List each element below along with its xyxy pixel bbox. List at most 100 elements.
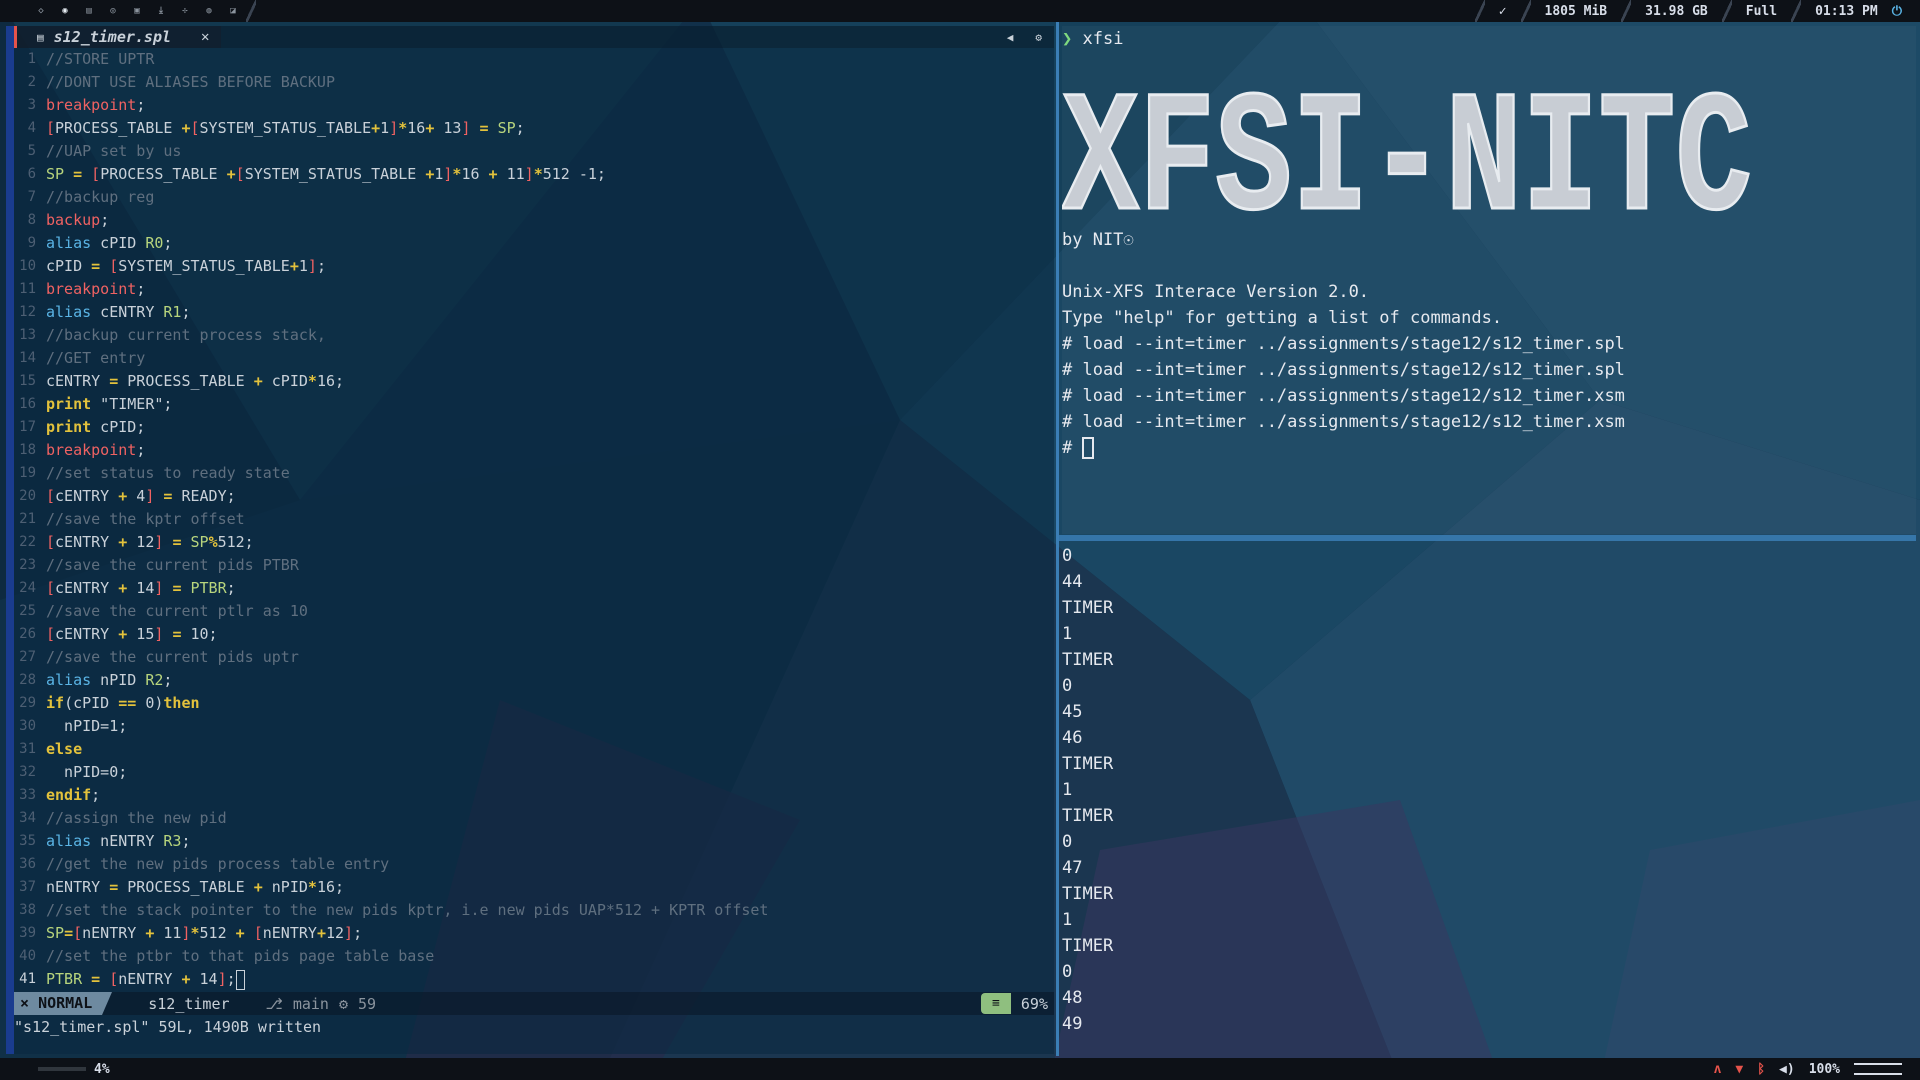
code-line[interactable]: 1 //STORE UPTR [14, 48, 1054, 71]
code-token: //save the current pids PTBR [46, 556, 299, 574]
code-token: 16 [407, 119, 426, 137]
code-line[interactable]: 39 SP=[nENTRY + 11]*512 + [nENTRY+12]; [14, 922, 1054, 945]
layout-icon[interactable] [1854, 1063, 1902, 1075]
settings-icon[interactable]: ⚙ [1035, 31, 1042, 44]
prompt-arrow-icon: ❯ [1062, 29, 1073, 49]
code-token: ] [181, 924, 191, 942]
editor-pane[interactable]: ▤ s12_timer.spl ✕ ◀ ⚙ 1 //STORE UPTR 2 //DO… [6, 26, 1054, 1054]
tab-s12-timer[interactable]: ▤ s12_timer.spl ✕ [14, 26, 222, 48]
code-line[interactable]: 16 print "TIMER"; [14, 393, 1054, 416]
code-token: 512 [199, 924, 236, 942]
chat-icon[interactable]: ◎ [102, 0, 124, 22]
code-icon[interactable]: ◇ [30, 0, 52, 22]
code-line[interactable]: 38 //set the stack pointer to the new pid… [14, 899, 1054, 922]
code-line[interactable]: 29 if(cPID == 0)then [14, 692, 1054, 715]
code-line[interactable]: 5 //UAP set by us [14, 140, 1054, 163]
code-token: [ [46, 579, 56, 597]
code-token: cPID; [91, 418, 146, 436]
buffer-toggle-icon[interactable]: ◀ [1007, 31, 1014, 44]
code-token: print [46, 395, 92, 413]
code-line[interactable]: 9 alias cPID R0; [14, 232, 1054, 255]
code-token: SYSTEM_STATUS_TABLE [244, 165, 426, 183]
code-line[interactable]: 15 cENTRY = PROCESS_TABLE + cPID*16; [14, 370, 1054, 393]
code-token: //DONT USE ALIASES BEFORE BACKUP [46, 73, 335, 91]
code-line[interactable]: 10 cPID = [SYSTEM_STATUS_TABLE+1]; [14, 255, 1054, 278]
code-line[interactable]: 17 print cPID; [14, 416, 1054, 439]
files-icon[interactable]: ▣ [126, 0, 148, 22]
code-line[interactable]: 25 //save the current ptlr as 10 [14, 600, 1054, 623]
output-line: 47 [1062, 858, 1083, 878]
code-line[interactable]: 40 //set the ptbr to that pids page table… [14, 945, 1054, 968]
code-line[interactable]: 32 nPID=0; [14, 761, 1054, 784]
browser-icon[interactable]: ▤ [78, 0, 100, 22]
code-line[interactable]: 26 [cENTRY + 15] = 10; [14, 623, 1054, 646]
line-number: 29 [19, 695, 36, 711]
download-icon[interactable]: ⤓ [150, 0, 172, 22]
workspace-switcher: ◇ ◉ ▤ ◎ ▣ ⤓ ✢ ◍ ◪ [0, 0, 256, 22]
code-line[interactable]: 35 alias nENTRY R3; [14, 830, 1054, 853]
code-line[interactable]: 30 nPID=1; [14, 715, 1054, 738]
code-token: 1 [380, 119, 390, 137]
code-line[interactable]: 3 breakpoint; [14, 94, 1054, 117]
code-line[interactable]: 24 [cENTRY + 14] = PTBR; [14, 577, 1054, 600]
code-view[interactable]: 1 //STORE UPTR 2 //DONT USE ALIASES BEFORE … [14, 48, 1054, 991]
close-icon[interactable]: ✕ [201, 29, 209, 45]
code-line[interactable]: 19 //set status to ready state [14, 462, 1054, 485]
code-token: endif [46, 786, 92, 804]
code-line[interactable]: 11 breakpoint; [14, 278, 1054, 301]
code-line[interactable]: 2 //DONT USE ALIASES BEFORE BACKUP [14, 71, 1054, 94]
changes-icon: ⚙ [338, 994, 348, 1013]
code-token: breakpoint [46, 96, 137, 114]
code-token: SP [497, 119, 516, 137]
code-line[interactable]: 34 //assign the new pid [14, 807, 1054, 830]
line-number: 12 [19, 304, 36, 320]
code-token: [ [253, 924, 263, 942]
code-text: //GET entry [42, 347, 145, 370]
speaker-icon[interactable]: ◀) [1779, 1062, 1795, 1077]
git-status: ⎇ main ⚙ 59 [252, 995, 377, 1013]
code-token: + [289, 257, 299, 275]
terminal-output-pane[interactable]: 0 44 TIMER 1 TIMER 0 45 46 TIMER 1 TIMER 0 47 TIMER 1 T… [1062, 542, 1916, 1042]
code-text: //set the ptbr to that pids page table b… [42, 945, 434, 968]
volume-level[interactable]: 100% [1809, 1062, 1840, 1077]
settings-icon[interactable]: ✢ [174, 0, 196, 22]
code-line[interactable]: 28 alias nPID R2; [14, 669, 1054, 692]
code-line[interactable]: 22 [cENTRY + 12] = SP%512; [14, 531, 1054, 554]
code-line[interactable]: 13 //backup current process stack, [14, 324, 1054, 347]
code-token: nENTRY [91, 832, 164, 850]
command-line[interactable]: "s12_timer.spl" 59L, 1490B written [14, 1016, 1054, 1039]
power-icon[interactable]: ⏻ [1892, 4, 1902, 19]
code-line[interactable]: 27 //save the current pids uptr [14, 646, 1054, 669]
code-token: = [91, 257, 101, 275]
line-number: 3 [27, 97, 36, 113]
code-line[interactable]: 18 breakpoint; [14, 439, 1054, 462]
vim-icon: ⨯ [20, 994, 39, 1012]
code-line[interactable]: 33 endif; [14, 784, 1054, 807]
code-line[interactable]: 23 //save the current pids PTBR [14, 554, 1054, 577]
terminal-xfsi[interactable]: ❯ xfsi XFSI-NITC by NIT☉ Unix-XFS Intera… [1061, 26, 1916, 534]
code-line[interactable]: 7 //backup reg [14, 186, 1054, 209]
git-changes: 59 [357, 994, 377, 1013]
code-line[interactable]: 4 [PROCESS_TABLE +[SYSTEM_STATUS_TABLE+1]… [14, 117, 1054, 140]
code-token: PROCESS_TABLE [100, 165, 227, 183]
code-line[interactable]: 20 [cENTRY + 4] = READY; [14, 485, 1054, 508]
input-prompt[interactable]: # [1062, 435, 1916, 461]
code-line[interactable]: 31 else [14, 738, 1054, 761]
code-line[interactable]: 21 //save the kptr offset [14, 508, 1054, 531]
code-line[interactable]: 41 PTBR = [nENTRY + 14]; [14, 968, 1054, 991]
code-text: nPID=0; [42, 761, 127, 784]
code-token: SYSTEM_STATUS_TABLE [118, 257, 290, 275]
code-line[interactable]: 36 //get the new pids process table entry [14, 853, 1054, 876]
code-line[interactable]: 14 //GET entry [14, 347, 1054, 370]
terminal-icon[interactable]: ◉ [54, 0, 76, 22]
code-line[interactable]: 12 alias cENTRY R1; [14, 301, 1054, 324]
code-line[interactable]: 8 backup; [14, 209, 1054, 232]
code-line[interactable]: 6 SP = [PROCESS_TABLE +[SYSTEM_STATUS_TAB… [14, 163, 1054, 186]
music-icon[interactable]: ◍ [198, 0, 220, 22]
horizontal-split-divider[interactable] [1059, 535, 1916, 541]
mail-icon[interactable]: ◪ [222, 0, 244, 22]
code-token: 10; [181, 625, 218, 643]
code-line[interactable]: 37 nENTRY = PROCESS_TABLE + nPID*16; [14, 876, 1054, 899]
